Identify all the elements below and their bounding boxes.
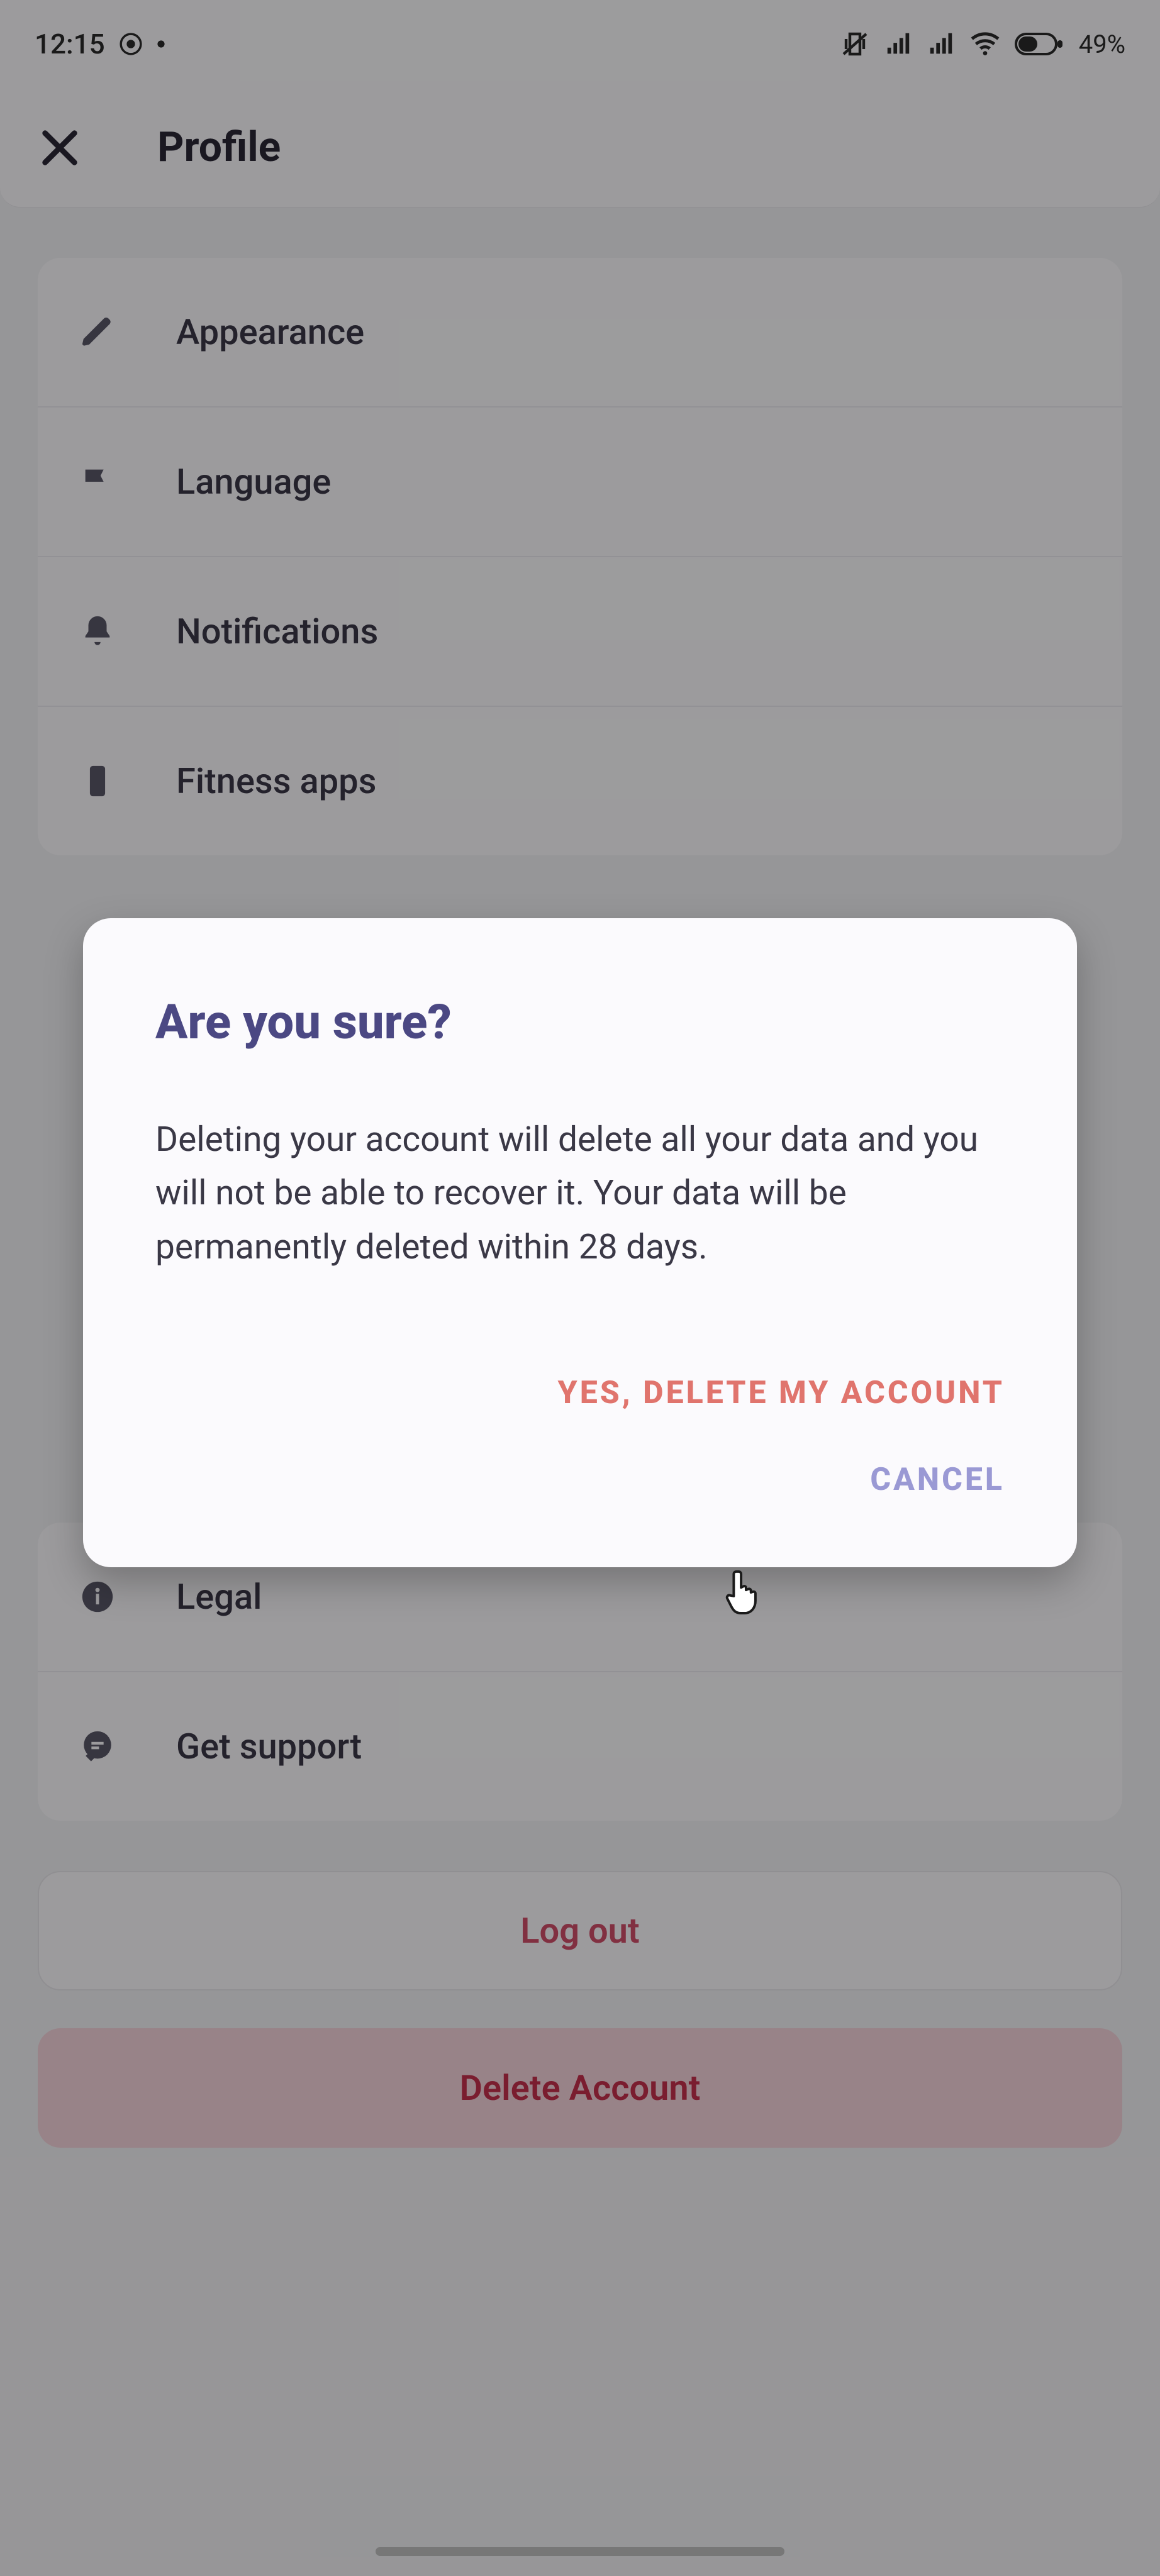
- confirm-delete-dialog: Are you sure? Deleting your account will…: [83, 918, 1077, 1567]
- dialog-confirm-button[interactable]: YES, DELETE MY ACCOUNT: [558, 1375, 1005, 1411]
- home-indicator[interactable]: [376, 2547, 784, 2556]
- dialog-title: Are you sure?: [155, 994, 1005, 1050]
- dialog-body: Deleting your account will delete all yo…: [155, 1113, 1005, 1274]
- dialog-cancel-button[interactable]: CANCEL: [870, 1462, 1005, 1498]
